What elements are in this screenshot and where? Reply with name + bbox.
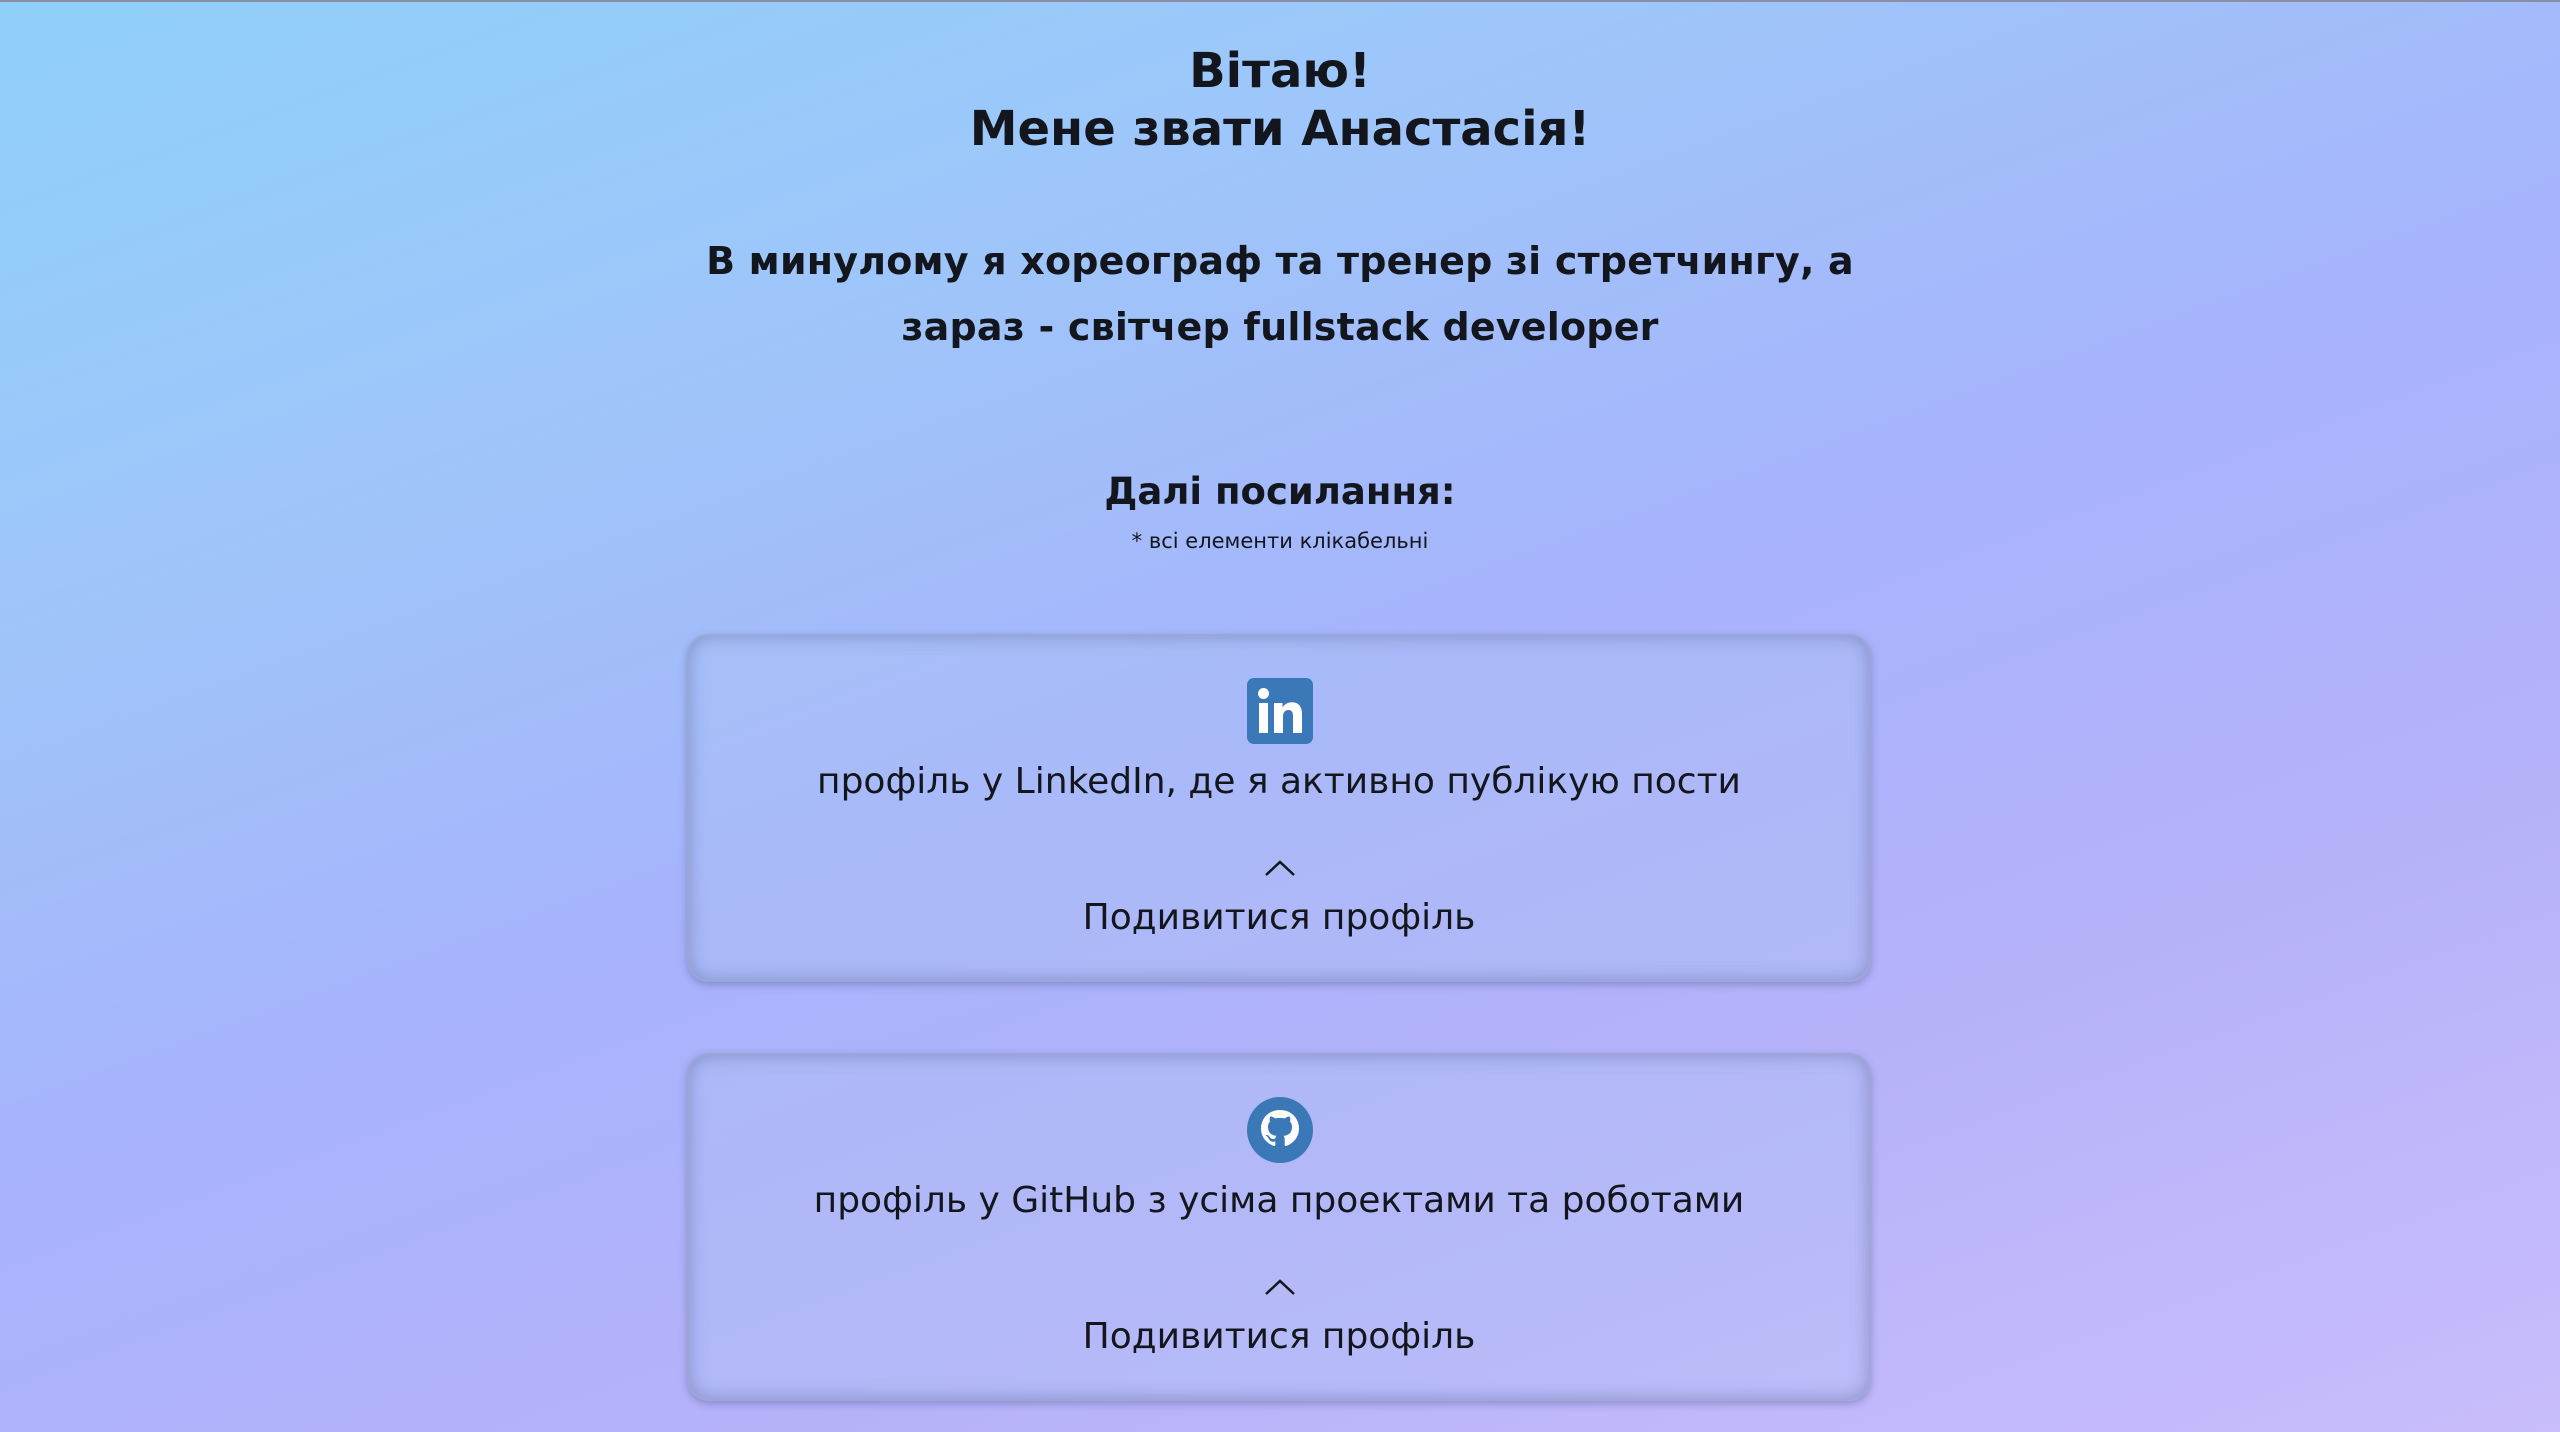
linkedin-icon: [1247, 678, 1313, 744]
github-card-text: профіль у GitHub з усіма проектами та ро…: [813, 1180, 1745, 1221]
top-border: [0, 0, 2560, 2]
greeting-line-2: Мене звати Анастасія!: [969, 101, 1591, 157]
linkedin-card-text: профіль у LinkedIn, де я активно публіку…: [817, 761, 1741, 802]
github-icon: [1247, 1097, 1313, 1163]
greeting-heading: Вітаю! Мене звати Анастасія!: [0, 42, 2560, 158]
links-note: * всі елементи клікабельні: [1131, 529, 1429, 553]
greeting-line-1: Вітаю!: [1189, 43, 1371, 99]
github-card[interactable]: профіль у GitHub з усіма проектами та ро…: [687, 1053, 1871, 1401]
linkedin-view-profile-link[interactable]: Подивитися профіль: [689, 890, 1869, 946]
linkedin-card[interactable]: профіль у LinkedIn, де я активно публіку…: [687, 634, 1871, 982]
chevron-up-icon: [1265, 1279, 1295, 1295]
intro-text: В минулому я хореограф та тренер зі стре…: [706, 239, 1854, 349]
github-view-profile-link[interactable]: Подивитися профіль: [689, 1309, 1869, 1365]
chevron-up-icon: [1265, 860, 1295, 876]
links-heading: Далі посилання:: [1104, 470, 1456, 513]
